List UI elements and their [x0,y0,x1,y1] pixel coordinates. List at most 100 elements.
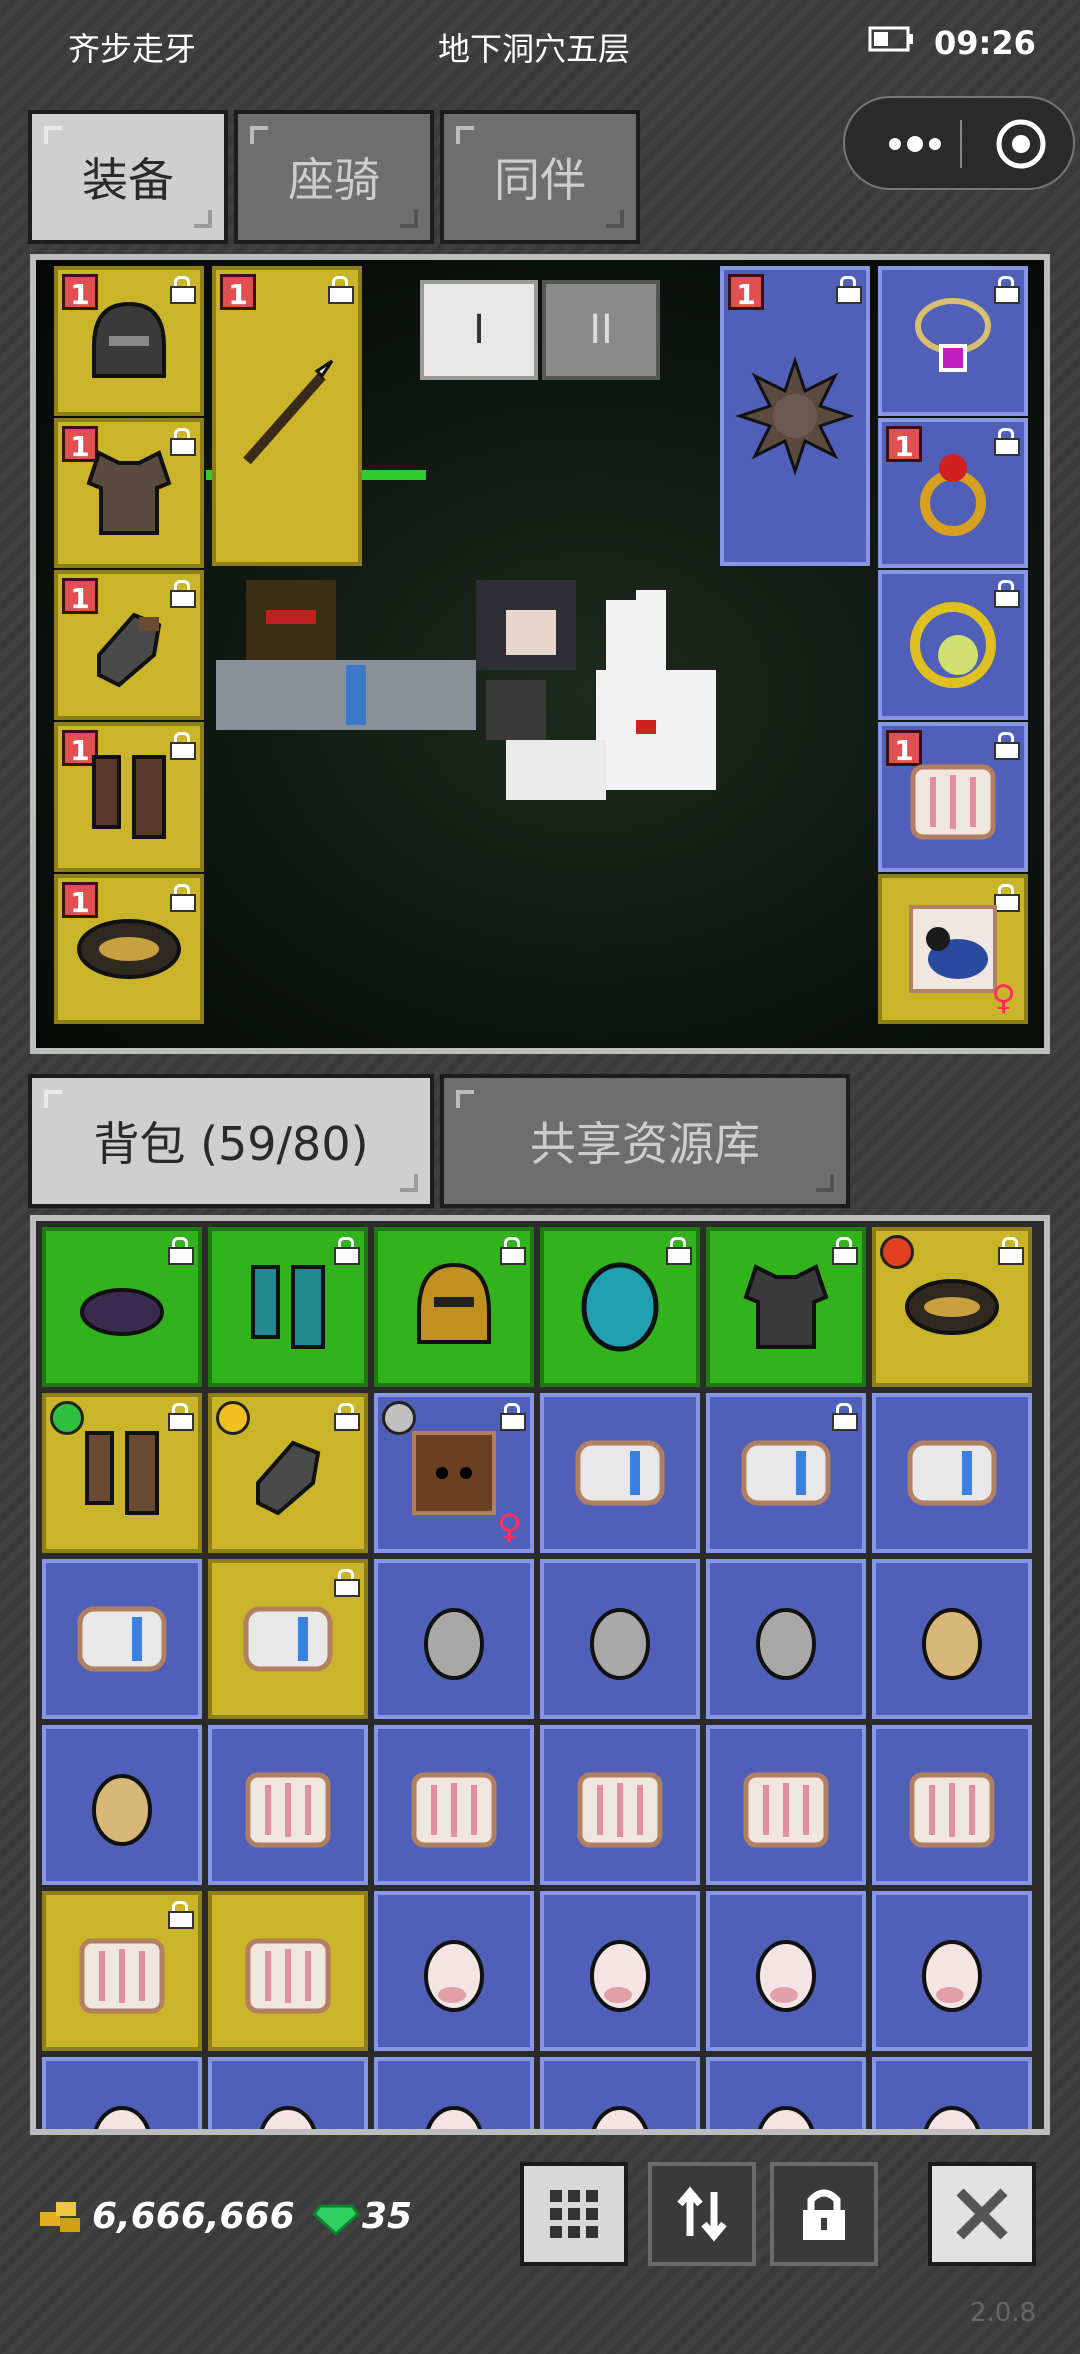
lock-icon [334,1237,360,1265]
inventory-slot[interactable] [872,1559,1032,1719]
equip-slot-chest[interactable]: 1 [54,418,204,568]
inventory-slot[interactable] [208,1725,368,1885]
inventory-slot[interactable] [540,2057,700,2129]
fire-badge-icon [880,1235,914,1269]
equip-slot-fur[interactable]: 1 [878,722,1028,872]
chest-armor-icon [86,450,172,535]
inventory-slot[interactable] [706,1891,866,2051]
more-dots-icon[interactable] [885,132,945,156]
equip-slot-boots[interactable]: 1 [54,722,204,872]
inventory-slot[interactable] [540,1227,700,1387]
tab-equipment[interactable]: 装备 [28,110,228,244]
inventory-slot[interactable] [374,1725,534,1885]
equip-slot-necklace[interactable] [878,266,1028,416]
page-switch-2[interactable]: II [542,280,660,380]
teal-boots-icon [251,1265,325,1349]
inventory-slot[interactable] [42,1227,202,1387]
inventory-slot[interactable] [706,1227,866,1387]
grey-egg-icon [590,1608,650,1680]
inventory-slot[interactable] [208,1227,368,1387]
level-badge: 1 [220,274,256,311]
capsule-icon [907,1440,997,1506]
tab-label: 共享资源库 [530,1117,760,1171]
tab-backpack[interactable]: 背包 (59/80) [28,1074,434,1208]
bird-portrait-icon [909,905,997,993]
capsule-icon [243,1606,333,1672]
battery-icon [868,26,913,52]
inventory-slot[interactable] [374,2057,534,2129]
rabbit-fur-icon [743,1772,829,1848]
inventory-slot[interactable]: ♀ [374,1393,534,1553]
gold-coins-icon [40,2202,80,2232]
inventory-slot[interactable] [208,2057,368,2129]
inventory-slot[interactable] [42,1891,202,2051]
equip-slot-companion[interactable]: ♀ [878,874,1028,1024]
inventory-slot[interactable] [872,2057,1032,2129]
tab-label: 背包 (59/80) [93,1117,369,1171]
inventory-slot[interactable] [540,1559,700,1719]
inventory-slot[interactable] [872,1891,1032,2051]
equip-slot-ring[interactable]: 1 [878,418,1028,568]
helmet-icon [92,301,166,378]
inventory-slot[interactable] [540,1891,700,2051]
inventory-slot[interactable] [42,2057,202,2129]
inventory-slot[interactable] [208,1891,368,2051]
equip-slot-offhand[interactable]: 1 [720,266,870,566]
leather-boots-icon [85,1431,159,1515]
tan-egg-icon [922,1608,982,1680]
tab-mount[interactable]: 座骑 [234,110,434,244]
inventory-slot[interactable] [374,1891,534,2051]
capsule-icon [77,1606,167,1672]
inventory-slot[interactable] [706,2057,866,2129]
inventory-slot[interactable] [374,1559,534,1719]
equip-slot-helmet[interactable]: 1 [54,266,204,416]
equip-slot-earring[interactable] [878,570,1028,720]
gender-female-icon: ♀ [991,978,1016,1018]
inventory-slot[interactable] [42,1393,202,1553]
inventory-slot[interactable] [42,1725,202,1885]
inventory-slot[interactable] [872,1393,1032,1553]
lock-button[interactable] [770,2162,878,2266]
close-button[interactable] [928,2162,1036,2266]
inventory-grid: ♀ [30,1215,1050,2135]
pink-egg-icon [426,2106,482,2129]
inventory-slot[interactable] [872,1725,1032,1885]
swap-button[interactable] [648,2162,756,2266]
lock-icon [803,2189,845,2240]
close-circle-icon[interactable] [995,118,1047,170]
lock-icon [168,1403,194,1431]
lock-icon [170,884,196,912]
equip-slot-weapon[interactable]: 1 [212,266,362,566]
tab-companion[interactable]: 同伴 [440,110,640,244]
inventory-slot[interactable] [706,1559,866,1719]
inventory-slot[interactable] [208,1393,368,1553]
equip-slot-belt[interactable]: 1 [54,874,204,1024]
lock-icon [998,1237,1024,1265]
inventory-slot[interactable] [540,1393,700,1553]
dark-hat-icon [80,1288,164,1336]
inventory-slot[interactable] [208,1559,368,1719]
rabbit-fur-icon [245,1938,331,2014]
sword-badge-icon [382,1401,416,1435]
inventory-slot[interactable] [374,1227,534,1387]
pink-egg-icon [922,1940,982,2012]
inventory-slot[interactable] [872,1227,1032,1387]
rabbit-fur-icon [79,1938,165,2014]
belt-icon [77,919,181,979]
inventory-slot[interactable] [706,1725,866,1885]
boots-icon [92,755,166,839]
inventory-slot[interactable] [42,1559,202,1719]
ring-icon [920,454,986,536]
inventory-slot[interactable] [540,1725,700,1885]
gloves-icon [256,1440,321,1516]
tab-label: 同伴 [494,153,586,207]
equip-slot-gloves[interactable]: 1 [54,570,204,720]
grey-egg-icon [756,1608,816,1680]
tab-shared-storage[interactable]: 共享资源库 [440,1074,850,1208]
earring-icon [910,602,996,688]
status-left-text: 齐步走牙 [68,30,197,68]
page-switch-1[interactable]: I [420,280,538,380]
heal-badge-icon [50,1401,84,1435]
sort-button[interactable] [520,2162,628,2266]
inventory-slot[interactable] [706,1393,866,1553]
